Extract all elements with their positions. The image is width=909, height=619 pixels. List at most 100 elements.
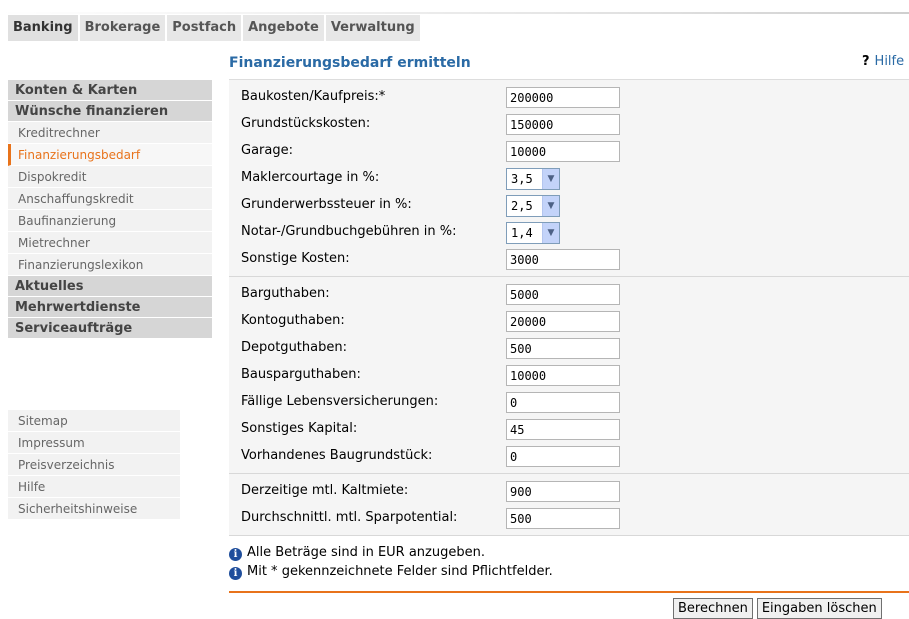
chevron-down-icon[interactable]: ▼ bbox=[542, 169, 559, 189]
sidebar-item-finanzierungslexikon[interactable]: Finanzierungslexikon bbox=[8, 254, 212, 276]
baugrundstueck-input[interactable] bbox=[506, 446, 620, 467]
field-label: Sonstiges Kapital: bbox=[241, 421, 358, 436]
form-row: Grundstückskosten: bbox=[229, 111, 909, 138]
note-required: i Mit * gekennzeichnete Felder sind Pflic… bbox=[229, 562, 909, 581]
form-row: Barguthaben: bbox=[229, 281, 909, 308]
sidebar-head-konten-karten[interactable]: Konten & Karten bbox=[8, 80, 212, 101]
grundstueckskosten-input[interactable] bbox=[506, 114, 620, 135]
monthly-group: Derzeitige mtl. Kaltmiete: Durchschnittl… bbox=[229, 474, 909, 536]
form-row: Notar-/Grundbuchgebühren in %: 1,4 ▼ bbox=[229, 219, 909, 246]
garage-input[interactable] bbox=[506, 141, 620, 162]
costs-group: Baukosten/Kaufpreis:* Grundstückskosten:… bbox=[229, 80, 909, 277]
form-actions: Berechnen Eingaben löschen bbox=[673, 598, 886, 619]
sonstige-kosten-input[interactable] bbox=[506, 249, 620, 270]
maklercourtage-select[interactable]: 3,5 ▼ bbox=[506, 168, 560, 190]
select-value: 2,5 bbox=[511, 199, 533, 213]
field-label: Kontoguthaben: bbox=[241, 313, 345, 328]
sidebar-head-aktuelles[interactable]: Aktuelles bbox=[8, 276, 212, 297]
field-label: Baukosten/Kaufpreis:* bbox=[241, 89, 386, 104]
footer-link-impressum[interactable]: Impressum bbox=[8, 432, 180, 454]
bausparguthaben-input[interactable] bbox=[506, 365, 620, 386]
form-row: Bausparguthaben: bbox=[229, 362, 909, 389]
info-icon: i bbox=[229, 548, 242, 561]
depotguthaben-input[interactable] bbox=[506, 338, 620, 359]
sidebar-item-dispokredit[interactable]: Dispokredit bbox=[8, 166, 212, 188]
form-row: Kontoguthaben: bbox=[229, 308, 909, 335]
note-text: Alle Beträge sind in EUR anzugeben. bbox=[247, 545, 485, 560]
help-link[interactable]: ? Hilfe bbox=[862, 54, 904, 69]
baukosten-input[interactable] bbox=[506, 87, 620, 108]
form-row: Grunderwerbssteuer in %: 2,5 ▼ bbox=[229, 192, 909, 219]
field-label: Bausparguthaben: bbox=[241, 367, 361, 382]
field-label: Durchschnittl. mtl. Sparpotential: bbox=[241, 510, 458, 525]
kontoguthaben-input[interactable] bbox=[506, 311, 620, 332]
form-notes: i Alle Beträge sind in EUR anzugeben. i Mi… bbox=[229, 543, 909, 581]
tab-brokerage[interactable]: Brokerage bbox=[79, 15, 168, 41]
notar-grundbuch-select[interactable]: 1,4 ▼ bbox=[506, 222, 560, 244]
top-navigation: Banking Brokerage Postfach Angebote Verw… bbox=[0, 0, 909, 44]
reset-button[interactable]: Eingaben löschen bbox=[756, 598, 882, 619]
field-label: Derzeitige mtl. Kaltmiete: bbox=[241, 483, 409, 498]
grunderwerbssteuer-select[interactable]: 2,5 ▼ bbox=[506, 195, 560, 217]
note-text: Mit * gekennzeichnete Felder sind Pflich… bbox=[247, 564, 553, 579]
field-label: Notar-/Grundbuchgebühren in %: bbox=[241, 224, 457, 239]
sidebar-head-mehrwertdienste[interactable]: Mehrwertdienste bbox=[8, 297, 212, 318]
form-row: Vorhandenes Baugrundstück: bbox=[229, 443, 909, 470]
form-row: Derzeitige mtl. Kaltmiete: bbox=[229, 478, 909, 505]
lebensversicherungen-input[interactable] bbox=[506, 392, 620, 413]
main-tabs: Banking Brokerage Postfach Angebote Verw… bbox=[8, 15, 422, 41]
info-icon: i bbox=[229, 567, 242, 580]
field-label: Vorhandenes Baugrundstück: bbox=[241, 448, 433, 463]
field-label: Barguthaben: bbox=[241, 286, 330, 301]
calculate-button[interactable]: Berechnen bbox=[673, 598, 753, 619]
sidebar-item-finanzierungsbedarf[interactable]: Finanzierungsbedarf bbox=[8, 144, 212, 166]
kaltmiete-input[interactable] bbox=[506, 481, 620, 502]
sidebar-item-baufinanzierung[interactable]: Baufinanzierung bbox=[8, 210, 212, 232]
help-icon: ? bbox=[862, 54, 870, 69]
form-row: Depotguthaben: bbox=[229, 335, 909, 362]
footer-link-preisverzeichnis[interactable]: Preisverzeichnis bbox=[8, 454, 180, 476]
note-currency: i Alle Beträge sind in EUR anzugeben. bbox=[229, 543, 909, 562]
footer-link-sicherheitshinweise[interactable]: Sicherheitshinweise bbox=[8, 498, 180, 520]
form-row: Sonstige Kosten: bbox=[229, 246, 909, 273]
chevron-down-icon[interactable]: ▼ bbox=[542, 196, 559, 216]
footer-link-sitemap[interactable]: Sitemap bbox=[8, 410, 180, 432]
field-label: Grundstückskosten: bbox=[241, 116, 371, 131]
form-row: Garage: bbox=[229, 138, 909, 165]
capital-group: Barguthaben: Kontoguthaben: Depotguthabe… bbox=[229, 277, 909, 474]
field-label: Garage: bbox=[241, 143, 293, 158]
tab-banking[interactable]: Banking bbox=[8, 15, 80, 41]
sidebar-item-anschaffungskredit[interactable]: Anschaffungskredit bbox=[8, 188, 212, 210]
barguthaben-input[interactable] bbox=[506, 284, 620, 305]
sidebar-head-wuensche-finanzieren[interactable]: Wünsche finanzieren bbox=[8, 101, 212, 122]
field-label: Depotguthaben: bbox=[241, 340, 347, 355]
form-row: Sonstiges Kapital: bbox=[229, 416, 909, 443]
sidebar-item-mietrechner[interactable]: Mietrechner bbox=[8, 232, 212, 254]
page-title: Finanzierungsbedarf ermitteln bbox=[229, 55, 471, 71]
help-label: Hilfe bbox=[874, 54, 905, 69]
sidebar-head-serviceauftraege[interactable]: Serviceaufträge bbox=[8, 318, 212, 339]
field-label: Sonstige Kosten: bbox=[241, 251, 350, 266]
sparpotential-input[interactable] bbox=[506, 508, 620, 529]
footer-link-hilfe[interactable]: Hilfe bbox=[8, 476, 180, 498]
top-divider bbox=[0, 12, 909, 14]
sidebar-footer: Sitemap Impressum Preisverzeichnis Hilfe… bbox=[8, 410, 180, 520]
form-row: Fällige Lebensversicherungen: bbox=[229, 389, 909, 416]
form-row: Maklercourtage in %: 3,5 ▼ bbox=[229, 165, 909, 192]
form-row: Baukosten/Kaufpreis:* bbox=[229, 84, 909, 111]
chevron-down-icon[interactable]: ▼ bbox=[542, 223, 559, 243]
tab-angebote[interactable]: Angebote bbox=[243, 15, 326, 41]
select-value: 3,5 bbox=[511, 172, 533, 186]
sonstiges-kapital-input[interactable] bbox=[506, 419, 620, 440]
sidebar: Konten & Karten Wünsche finanzieren Kred… bbox=[8, 80, 212, 339]
field-label: Maklercourtage in %: bbox=[241, 170, 380, 185]
field-label: Grunderwerbssteuer in %: bbox=[241, 197, 412, 212]
form-row: Durchschnittl. mtl. Sparpotential: bbox=[229, 505, 909, 532]
field-label: Fällige Lebensversicherungen: bbox=[241, 394, 439, 409]
financing-form: Baukosten/Kaufpreis:* Grundstückskosten:… bbox=[229, 79, 909, 536]
select-value: 1,4 bbox=[511, 226, 533, 240]
sidebar-item-kreditrechner[interactable]: Kreditrechner bbox=[8, 122, 212, 144]
divider bbox=[229, 591, 909, 593]
tab-postfach[interactable]: Postfach bbox=[167, 15, 244, 41]
tab-verwaltung[interactable]: Verwaltung bbox=[325, 15, 422, 41]
